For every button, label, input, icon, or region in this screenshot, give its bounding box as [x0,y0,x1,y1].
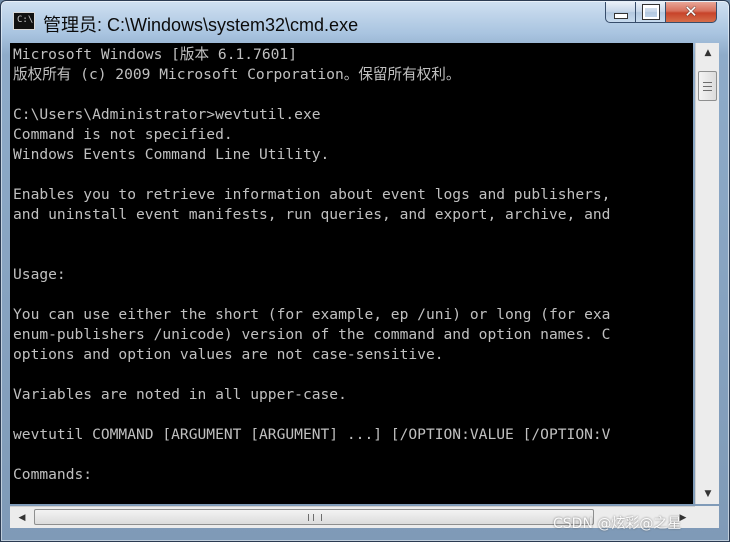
console-line: wevtutil COMMAND [ARGUMENT [ARGUMENT] ..… [13,426,611,443]
console-line: Enables you to retrieve information abou… [13,186,611,203]
console-line: You can use either the short (for exampl… [13,306,611,323]
maximize-icon [641,4,660,20]
console-lines: Microsoft Windows [版本 6.1.7601] 版权所有 (c) … [13,45,610,504]
console-line: and uninstall event manifests, run queri… [13,206,611,223]
watermark: CSDN @炫彩@之星 [553,516,682,532]
console-output[interactable]: Microsoft Windows [版本 6.1.7601] 版权所有 (c) … [10,43,693,504]
vertical-scrollbar[interactable]: ▲ ▼ [695,43,719,504]
cmd-icon[interactable]: C:\ [13,12,35,30]
console-line: Variables are noted in all upper-case. [13,386,347,403]
console-line: options and option values are not case-s… [13,346,444,363]
grip-line [703,86,712,87]
resize-corner[interactable] [695,506,719,528]
scroll-up-arrow-icon[interactable]: ▲ [696,44,720,62]
minimize-icon [613,13,628,19]
minimize-button[interactable] [605,2,635,23]
maximize-button[interactable] [635,2,665,23]
grip-line [703,90,712,91]
console-line: Usage: [13,266,66,283]
console-line: Windows Events Command Line Utility. [13,146,330,163]
horizontal-scroll-thumb[interactable] [34,509,594,525]
close-icon: ✕ [684,2,698,21]
grip-line [703,82,712,83]
console-line: Commands: [13,466,93,483]
scroll-left-arrow-icon[interactable]: ◀ [12,507,32,529]
window-title: 管理员: C:\Windows\system32\cmd.exe [43,15,359,35]
console-line: Microsoft Windows [版本 6.1.7601] [13,46,297,63]
caption-buttons: ✕ [605,2,717,24]
scroll-down-arrow-icon[interactable]: ▼ [696,485,720,503]
cmd-icon-prompt: C:\ [17,15,34,25]
cmd-window: C:\ 管理员: C:\Windows\system32\cmd.exe ✕ M… [0,0,730,542]
console-line: Command is not specified. [13,126,233,143]
vertical-scroll-thumb[interactable] [698,71,717,101]
console-line: enum-publishers /unicode) version of the… [13,326,611,343]
grip-icon [308,514,322,521]
title-bar[interactable]: C:\ 管理员: C:\Windows\system32\cmd.exe ✕ [1,1,729,39]
console-line: C:\Users\Administrator>wevtutil.exe [13,106,321,123]
close-button[interactable]: ✕ [665,2,717,23]
console-line: 版权所有 (c) 2009 Microsoft Corporation。保留所有… [13,66,461,83]
